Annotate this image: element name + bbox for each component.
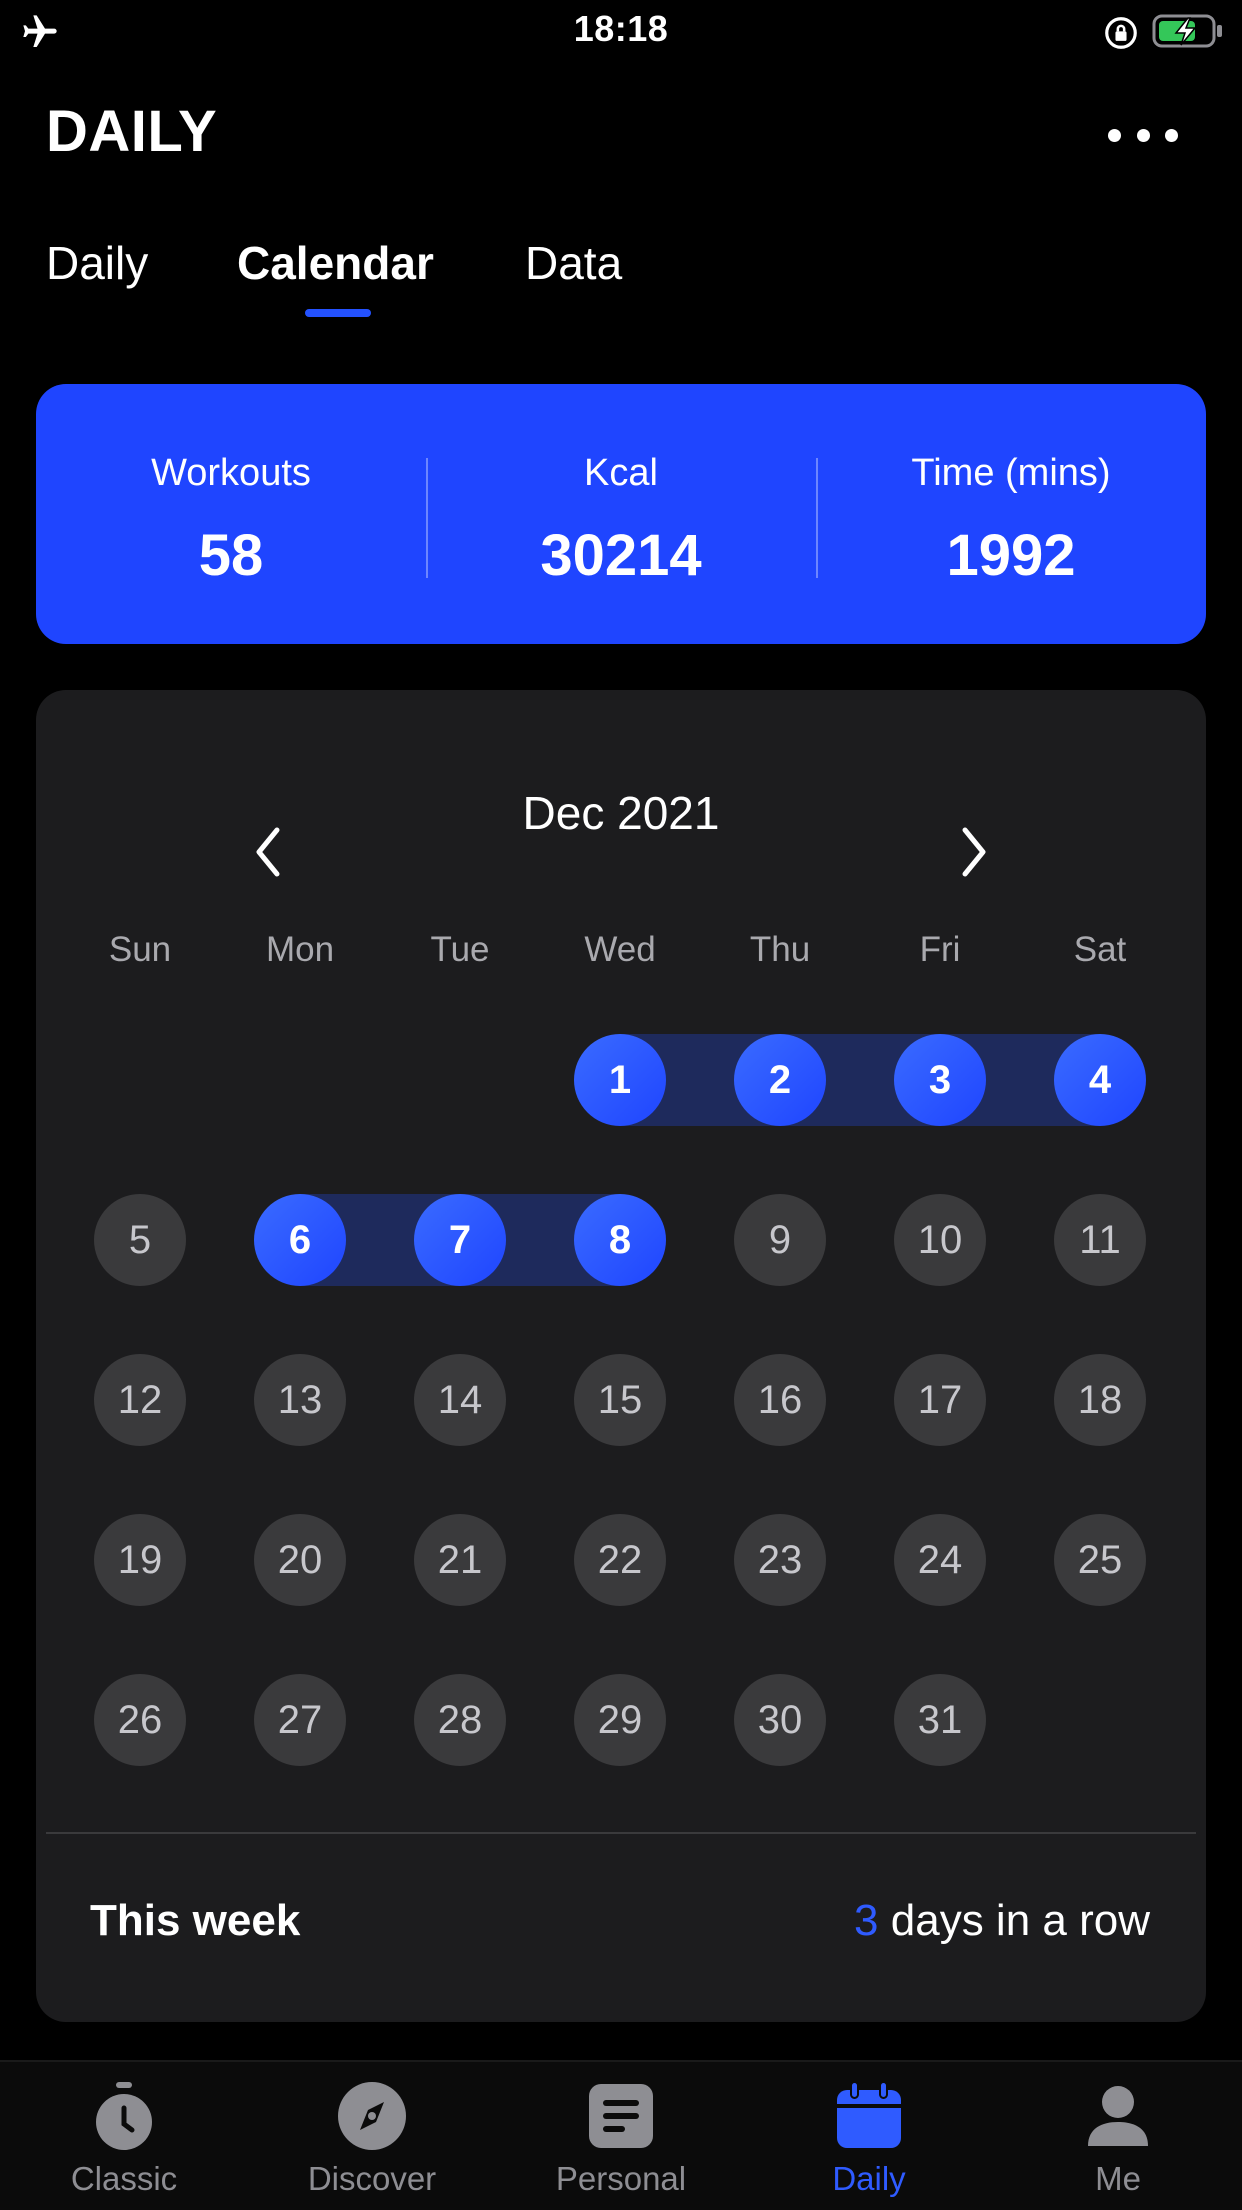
next-month-button[interactable] <box>933 812 1013 892</box>
weekday-label: Wed <box>584 930 656 969</box>
calendar-day[interactable]: 31 <box>894 1674 986 1766</box>
stats-summary-card: Workouts 58 Kcal 30214 Time (mins) 1992 <box>36 384 1206 644</box>
more-options-button[interactable] <box>1108 112 1178 158</box>
calendar-day[interactable]: 27 <box>254 1674 346 1766</box>
streak-text: 3 days in a row <box>854 1896 1150 1946</box>
calendar-day[interactable]: 9 <box>734 1194 826 1286</box>
calendar-day[interactable]: 28 <box>414 1674 506 1766</box>
calendar-icon <box>837 2081 901 2148</box>
calendar-day[interactable]: 13 <box>254 1354 346 1446</box>
stat-value: 58 <box>198 523 264 588</box>
page-title: DAILY <box>46 99 218 164</box>
calendar-day[interactable]: 25 <box>1054 1514 1146 1606</box>
stat-value: 30214 <box>540 523 702 588</box>
calendar-day[interactable]: 17 <box>894 1354 986 1446</box>
calendar-card: Dec 2021 Sun Mon Tue Wed Thu Fri Sat 123… <box>36 690 1206 2022</box>
weekday-label: Sat <box>1073 930 1127 969</box>
calendar-day[interactable]: 23 <box>734 1514 826 1606</box>
nav-label: Discover <box>307 2160 437 2197</box>
stat-label: Time (mins) <box>911 452 1111 494</box>
calendar-day[interactable]: 24 <box>894 1514 986 1606</box>
calendar-day[interactable]: 22 <box>574 1514 666 1606</box>
calendar-day[interactable]: 19 <box>94 1514 186 1606</box>
tab-calendar[interactable]: Calendar <box>237 236 434 290</box>
stat-kcal: Kcal 30214 <box>426 384 816 644</box>
calendar-day[interactable]: 21 <box>414 1514 506 1606</box>
nav-classic[interactable]: Classic <box>0 2062 248 2210</box>
streak-suffix: days in a row <box>878 1896 1150 1945</box>
nav-personal[interactable]: Personal <box>497 2062 745 2210</box>
calendar-day[interactable]: 18 <box>1054 1354 1146 1446</box>
nav-me[interactable]: Me <box>994 2062 1242 2210</box>
document-icon <box>589 2084 653 2148</box>
status-time: 18:18 <box>573 8 669 49</box>
stat-workouts: Workouts 58 <box>36 384 426 644</box>
month-label: Dec 2021 <box>522 787 720 839</box>
calendar-day[interactable]: 20 <box>254 1514 346 1606</box>
weekday-label: Tue <box>430 930 490 969</box>
weekday-label: Sun <box>108 930 172 969</box>
weekday-label: Mon <box>265 930 335 969</box>
calendar-day-completed[interactable]: 8 <box>574 1194 666 1286</box>
stat-time: Time (mins) 1992 <box>816 384 1206 644</box>
person-icon <box>1088 2086 1148 2146</box>
calendar-day[interactable]: 26 <box>94 1674 186 1766</box>
calendar-day[interactable]: 29 <box>574 1674 666 1766</box>
nav-label: Personal <box>555 2160 687 2197</box>
streak-count: 3 <box>854 1896 879 1945</box>
nav-daily[interactable]: Daily <box>745 2062 993 2210</box>
dot-icon <box>1136 128 1150 142</box>
compass-icon <box>338 2082 406 2150</box>
bottom-navigation: Classic Discover Personal Daily Me <box>0 2060 1242 2210</box>
calendar-day-completed[interactable]: 7 <box>414 1194 506 1286</box>
divider <box>46 1832 1196 1834</box>
calendar-day[interactable]: 5 <box>94 1194 186 1286</box>
nav-label: Me <box>1095 2160 1141 2197</box>
calendar-day[interactable]: 16 <box>734 1354 826 1446</box>
nav-label: Daily <box>832 2160 906 2197</box>
tab-data[interactable]: Data <box>525 236 622 290</box>
rotation-lock-icon <box>1105 17 1137 49</box>
calendar-day-completed[interactable]: 1 <box>574 1034 666 1126</box>
stat-label: Kcal <box>584 452 658 494</box>
nav-discover[interactable]: Discover <box>248 2062 496 2210</box>
tab-daily[interactable]: Daily <box>46 236 148 290</box>
calendar-day[interactable]: 15 <box>574 1354 666 1446</box>
calendar-day[interactable]: 12 <box>94 1354 186 1446</box>
dot-icon <box>1165 128 1178 142</box>
weekday-label: Thu <box>749 930 811 969</box>
calendar-day[interactable]: 14 <box>414 1354 506 1446</box>
calendar-day[interactable]: 10 <box>894 1194 986 1286</box>
stopwatch-icon <box>96 2082 152 2150</box>
calendar-day-completed[interactable]: 2 <box>734 1034 826 1126</box>
stat-value: 1992 <box>946 523 1076 588</box>
dot-icon <box>1108 128 1121 142</box>
chevron-right-icon <box>962 827 986 877</box>
this-week-title: This week <box>90 1896 301 1945</box>
calendar-day-completed[interactable]: 3 <box>894 1034 986 1126</box>
calendar-day-completed[interactable]: 4 <box>1054 1034 1146 1126</box>
calendar-day[interactable]: 30 <box>734 1674 826 1766</box>
calendar-day[interactable]: 11 <box>1054 1194 1146 1286</box>
status-bar: 18:18 <box>0 0 1242 62</box>
active-tab-indicator <box>305 309 371 317</box>
nav-label: Classic <box>70 2160 178 2197</box>
battery-icon <box>1152 14 1222 48</box>
weekday-label: Fri <box>919 930 961 969</box>
calendar-day-completed[interactable]: 6 <box>254 1194 346 1286</box>
stat-label: Workouts <box>151 452 311 494</box>
